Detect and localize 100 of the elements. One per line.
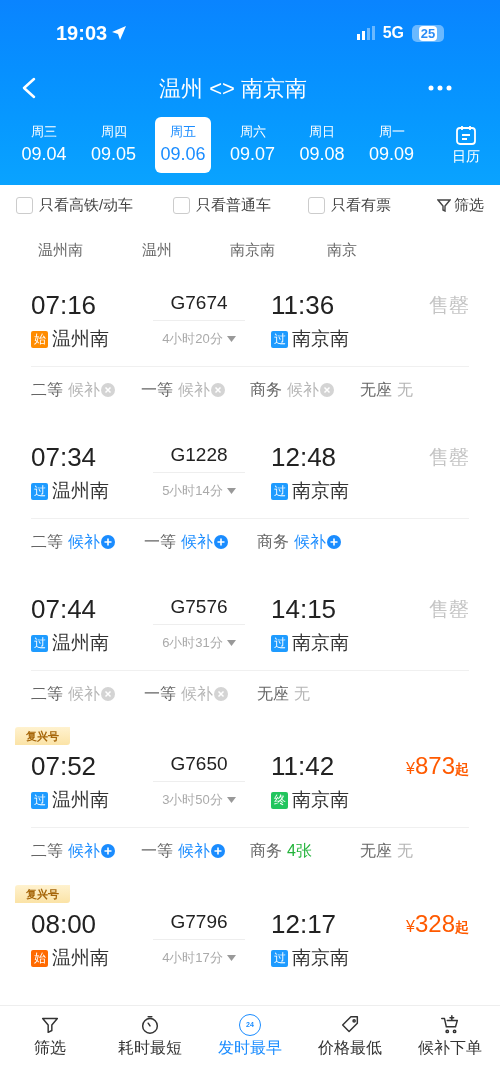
seat-status: 候补 <box>68 684 100 704</box>
more-icon[interactable] <box>428 85 452 91</box>
close-icon <box>101 687 115 701</box>
duration-toggle[interactable]: 5小时14分 <box>162 481 223 501</box>
battery-icon: 25 <box>412 24 444 42</box>
seat-class: 无座 <box>257 684 289 704</box>
station-badge: 始 <box>31 330 48 348</box>
close-icon <box>101 383 115 397</box>
sort-tab[interactable]: 候补下单 <box>400 1014 500 1060</box>
departure-station: 温州南 <box>52 478 109 503</box>
close-icon <box>320 383 334 397</box>
seat-status: 候补 <box>177 380 210 400</box>
close-icon <box>214 687 228 701</box>
seat-class: 二等 <box>31 380 63 400</box>
station-badge: 过 <box>271 482 288 500</box>
arrival-time: 11:36 <box>271 288 336 322</box>
date-tab[interactable]: 周五 09.06 <box>155 117 211 173</box>
seat-status: 候补 <box>287 380 319 400</box>
seat-class: 商务 <box>250 841 282 861</box>
caret-icon <box>226 955 236 961</box>
station-badge: 过 <box>31 634 48 652</box>
arrival-station: 南京南 <box>292 945 349 970</box>
seat-class: 一等 <box>140 841 173 861</box>
filter-checkbox[interactable]: 只看高铁/动车 <box>16 193 173 217</box>
price: ¥328起 <box>406 909 469 939</box>
sort-tab[interactable]: 价格最低 <box>300 1014 400 1060</box>
duration-toggle[interactable]: 4小时20分 <box>162 329 223 349</box>
departure-station: 温州南 <box>52 945 109 970</box>
filter-button[interactable]: 筛选 <box>437 193 484 217</box>
location-icon <box>111 25 128 41</box>
plus-icon <box>327 535 341 549</box>
arrival-time: 12:17 <box>271 907 338 941</box>
seat-class: 一等 <box>144 532 176 552</box>
departure-time: 07:52 <box>31 749 98 783</box>
departure-station: 温州南 <box>52 630 109 655</box>
station-filter[interactable]: 南京南 <box>230 238 327 262</box>
date-tab[interactable]: 周一 09.09 <box>363 117 420 173</box>
station-filter[interactable]: 南京 <box>327 238 424 262</box>
seat-status: 4张 <box>287 841 312 861</box>
calendar-button[interactable]: 日历 <box>452 123 484 167</box>
sold-out-label: 售罄 <box>429 445 469 470</box>
caret-icon <box>226 640 236 646</box>
date-tab[interactable]: 周三 09.04 <box>16 117 72 173</box>
arrival-station: 南京南 <box>292 787 349 812</box>
seat-status: 候补 <box>177 841 210 861</box>
departure-station: 温州南 <box>52 787 109 812</box>
date-tab[interactable]: 周六 09.07 <box>224 117 281 173</box>
station-badge: 过 <box>271 634 288 652</box>
checkbox[interactable] <box>173 196 190 214</box>
checkbox[interactable] <box>16 196 33 214</box>
seat-status: 候补 <box>181 532 213 552</box>
duration-toggle[interactable]: 6小时31分 <box>162 633 223 653</box>
price: ¥873起 <box>406 751 469 781</box>
train-tag: 复兴号 <box>15 885 70 903</box>
plus-icon <box>101 844 115 858</box>
sort-tab[interactable]: 耗时最短 <box>100 1014 200 1060</box>
seat-status: 候补 <box>68 380 100 400</box>
seat-status: 无 <box>294 684 310 704</box>
station-badge: 终 <box>271 791 288 809</box>
arrival-station: 南京南 <box>292 478 349 503</box>
train-tag: 复兴号 <box>15 727 70 745</box>
seat-class: 二等 <box>31 532 63 552</box>
arrival-time: 11:42 <box>271 749 336 783</box>
seat-status: 候补 <box>68 841 100 861</box>
caret-icon <box>226 797 236 803</box>
seat-status: 无 <box>396 841 413 861</box>
checkbox[interactable] <box>308 196 325 214</box>
seat-class: 二等 <box>31 841 63 861</box>
seat-status: 候补 <box>294 532 326 552</box>
seat-class: 无座 <box>359 841 392 861</box>
train-number: G1228 <box>153 441 245 473</box>
seat-status: 候补 <box>181 684 213 704</box>
seat-class: 二等 <box>31 684 63 704</box>
status-time: 19:03 <box>56 21 108 46</box>
plus-icon <box>214 535 228 549</box>
station-filter[interactable]: 温州南 <box>38 238 142 262</box>
caret-icon <box>226 336 236 342</box>
arrival-time: 14:15 <box>271 592 338 626</box>
caret-icon <box>226 488 236 494</box>
duration-toggle[interactable]: 4小时17分 <box>162 948 223 968</box>
duration-toggle[interactable]: 3小时50分 <box>162 790 223 810</box>
station-filter[interactable]: 温州 <box>142 238 230 262</box>
back-icon[interactable] <box>20 77 38 99</box>
close-icon <box>210 383 225 397</box>
date-tab[interactable]: 周日 09.08 <box>294 117 350 173</box>
cart-icon <box>439 1014 461 1036</box>
filter-checkbox[interactable]: 只看普通车 <box>173 193 308 217</box>
date-tab[interactable]: 周四 09.05 <box>85 117 142 173</box>
route-title: 温州 <> 南京南 <box>158 74 308 103</box>
station-badge: 过 <box>271 949 288 967</box>
arrival-time: 12:48 <box>271 440 338 474</box>
train-number: G7674 <box>153 289 245 321</box>
timer-icon <box>139 1014 161 1036</box>
filter-checkbox[interactable]: 只看有票 <box>308 193 428 217</box>
sort-tab[interactable]: 筛选 <box>0 1014 100 1060</box>
network-label: 5G <box>382 23 404 43</box>
seat-status: 无 <box>396 380 413 400</box>
departure-time: 07:44 <box>31 592 98 626</box>
signal-icon <box>356 26 375 40</box>
arrival-station: 南京南 <box>292 630 349 655</box>
